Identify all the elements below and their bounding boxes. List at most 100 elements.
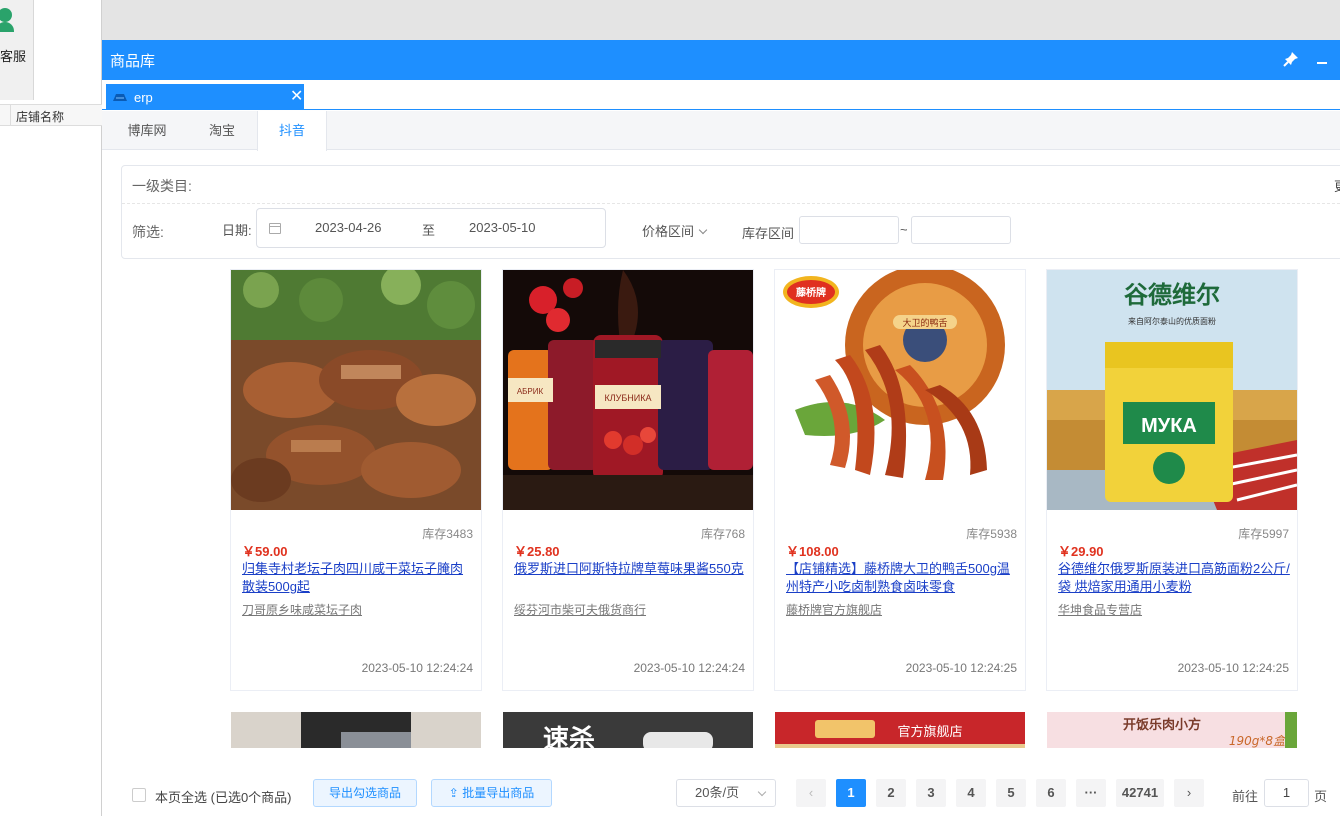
product-library-window: 商品库 erp ✕ 博库网 淘宝 抖音 一级类目: 更 筛选: 日期:	[102, 40, 1340, 816]
duck-brand-text: 藤桥牌	[796, 286, 826, 299]
product-card[interactable]: 谷德维尔 来自阿尔泰山的优质面粉 МУКА 库存5997 ￥29.90 谷德维尔…	[1046, 269, 1298, 691]
last-page-button[interactable]: 42741	[1116, 779, 1164, 807]
chevron-down-icon	[698, 225, 708, 235]
tab-taobao[interactable]: 淘宝	[192, 111, 252, 150]
shop-name-column-header[interactable]: 店铺名称	[0, 104, 102, 126]
price-range-label: 价格区间	[642, 224, 695, 239]
row2-text-pork-a: 开饭乐肉小方	[1123, 717, 1201, 733]
page-size-select[interactable]: 20条/页	[676, 779, 776, 807]
jam-label-text: КЛУБНИКА	[605, 393, 652, 403]
shop-name-link[interactable]: 藤桥牌官方旗舰店	[786, 601, 882, 618]
product-image-pork[interactable]	[231, 270, 481, 510]
more-pages-button[interactable]: ···	[1076, 779, 1106, 807]
jam-brand-text: АБРИК	[517, 387, 544, 396]
stock-max-input[interactable]	[911, 216, 1011, 244]
export-selected-button[interactable]: 导出勾选商品	[313, 779, 417, 807]
product-image-duck[interactable]: 大卫的鸭舌 藤桥牌	[775, 270, 1025, 510]
duck-plate-text: 大卫的鸭舌	[902, 317, 947, 329]
category-label: 一级类目:	[132, 178, 192, 194]
goto-label: 前往	[1232, 789, 1259, 804]
product-image-store[interactable]: 官方旗舰店	[775, 712, 1025, 748]
flour-brand-text: 谷德维尔	[1124, 280, 1220, 309]
product-card[interactable]: 大卫的鸭舌 藤桥牌 库存5938 ￥108.00 【店铺精选】藤桥牌大卫的鸭舌5…	[774, 269, 1026, 691]
product-image-flour[interactable]: 谷德维尔 来自阿尔泰山的优质面粉 МУКА	[1047, 270, 1297, 510]
page-suffix-label: 页	[1314, 789, 1328, 804]
product-time: 2023-05-10 12:24:24	[361, 661, 473, 675]
background-sidebar: 客服 店铺名称	[0, 0, 102, 816]
product-stock: 库存5997	[1238, 527, 1289, 541]
shop-name-link[interactable]: 刀哥原乡味咸菜坛子肉	[242, 601, 362, 618]
date-start[interactable]: 2023-04-26	[315, 220, 382, 235]
pin-icon[interactable]	[1282, 50, 1300, 68]
window-titlebar: 商品库	[102, 40, 1340, 80]
more-link[interactable]: 更	[1334, 176, 1340, 195]
window-title: 商品库	[110, 53, 156, 70]
background-header	[102, 0, 1340, 40]
row2-text-pork-b: 190g*8盒	[1229, 734, 1287, 748]
document-tab-bar: erp ✕	[102, 80, 1340, 110]
tab-erp[interactable]: erp ✕	[106, 84, 304, 110]
goto-page-input[interactable]: 1	[1264, 779, 1309, 807]
product-image-pork-cube[interactable]: 开饭乐肉小方 190g*8盒	[1047, 712, 1297, 748]
product-stock: 库存768	[700, 527, 745, 541]
product-card[interactable]: АБРИК КЛУБНИКА 库存768 ￥25.80 俄罗斯进口阿斯特拉牌草莓…	[502, 269, 754, 691]
product-price: ￥59.00	[242, 544, 288, 559]
calendar-icon	[269, 223, 281, 234]
batch-export-button[interactable]: ⇪ 批量导出商品	[431, 779, 552, 807]
flour-bag-text: МУКА	[1141, 415, 1197, 437]
product-card[interactable]: 库存3483 ￥59.00 归集寺村老坛子肉四川咸干菜坛子腌肉散装500g起 刀…	[230, 269, 482, 691]
filter-panel: 一级类目: 更 筛选: 日期: 2023-04-26 至 2023-05-10 …	[121, 165, 1340, 259]
product-title-link[interactable]: 归集寺村老坛子肉四川咸干菜坛子腌肉散装500g起	[242, 560, 474, 596]
erp-tab-icon	[113, 94, 127, 101]
prev-page-button[interactable]: ‹	[796, 779, 826, 807]
page-6-button[interactable]: 6	[1036, 779, 1066, 807]
page-size-value: 20条/页	[695, 785, 740, 800]
chevron-down-icon	[757, 787, 767, 797]
select-all-label: 本页全选 (已选0个商品)	[155, 790, 292, 805]
minimize-icon[interactable]	[1314, 50, 1332, 68]
product-price: ￥29.90	[1058, 544, 1104, 559]
page-3-button[interactable]: 3	[916, 779, 946, 807]
product-title-link[interactable]: 俄罗斯进口阿斯特拉牌草莓味果酱550克	[514, 560, 746, 578]
product-price: ￥25.80	[514, 544, 560, 559]
row2-text-store: 官方旗舰店	[897, 724, 962, 740]
row2-text-insecticide: 速杀	[543, 724, 595, 748]
product-time: 2023-05-10 12:24:25	[905, 661, 1017, 675]
upload-icon: ⇪	[448, 786, 463, 800]
shop-name-column-label: 店铺名称	[16, 110, 65, 124]
product-stock: 库存5938	[966, 527, 1017, 541]
stock-min-input[interactable]	[799, 216, 899, 244]
tab-douyin[interactable]: 抖音	[257, 111, 327, 151]
product-grid: 库存3483 ￥59.00 归集寺村老坛子肉四川咸干菜坛子腌肉散装500g起 刀…	[102, 268, 1340, 748]
page-5-button[interactable]: 5	[996, 779, 1026, 807]
date-end[interactable]: 2023-05-10	[469, 220, 536, 235]
select-all-checkbox[interactable]	[132, 788, 146, 802]
page-4-button[interactable]: 4	[956, 779, 986, 807]
product-time: 2023-05-10 12:24:25	[1177, 661, 1289, 675]
product-title-link[interactable]: 【店铺精选】藤桥牌大卫的鸭舌500g温州特产小吃卤制熟食卤味零食	[786, 560, 1018, 596]
page-2-button[interactable]: 2	[876, 779, 906, 807]
close-icon[interactable]: ✕	[290, 86, 303, 106]
product-title-link[interactable]: 谷德维尔俄罗斯原装进口高筋面粉2公斤/袋 烘焙家用通用小麦粉	[1058, 560, 1290, 596]
stock-range-separator: ~	[900, 222, 908, 237]
product-image-jam[interactable]: АБРИК КЛУБНИКА	[503, 270, 753, 510]
source-tabs: 博库网 淘宝 抖音	[102, 111, 1340, 151]
page-1-button[interactable]: 1	[836, 779, 866, 807]
shop-name-link[interactable]: 华坤食品专营店	[1058, 601, 1142, 618]
tab-erp-label: erp	[134, 90, 153, 105]
product-price: ￥108.00	[786, 544, 839, 559]
next-page-button[interactable]: ›	[1174, 779, 1204, 807]
date-range-picker[interactable]: 2023-04-26 至 2023-05-10	[256, 208, 606, 248]
customer-service-button[interactable]: 客服	[0, 0, 34, 100]
filter-label: 筛选:	[132, 224, 164, 240]
shop-name-link[interactable]: 绥芬河市柴可夫俄货商行	[514, 601, 646, 618]
product-image-clothing[interactable]	[231, 712, 481, 748]
product-image-insecticide[interactable]: 速杀	[503, 712, 753, 748]
date-separator: 至	[422, 223, 436, 238]
tab-bokuwang[interactable]: 博库网	[112, 111, 182, 150]
date-label: 日期:	[222, 223, 252, 238]
product-stock: 库存3483	[422, 527, 473, 541]
user-icon	[0, 8, 14, 38]
batch-export-label: 批量导出商品	[462, 786, 535, 800]
price-range-dropdown[interactable]: 价格区间	[642, 221, 708, 240]
